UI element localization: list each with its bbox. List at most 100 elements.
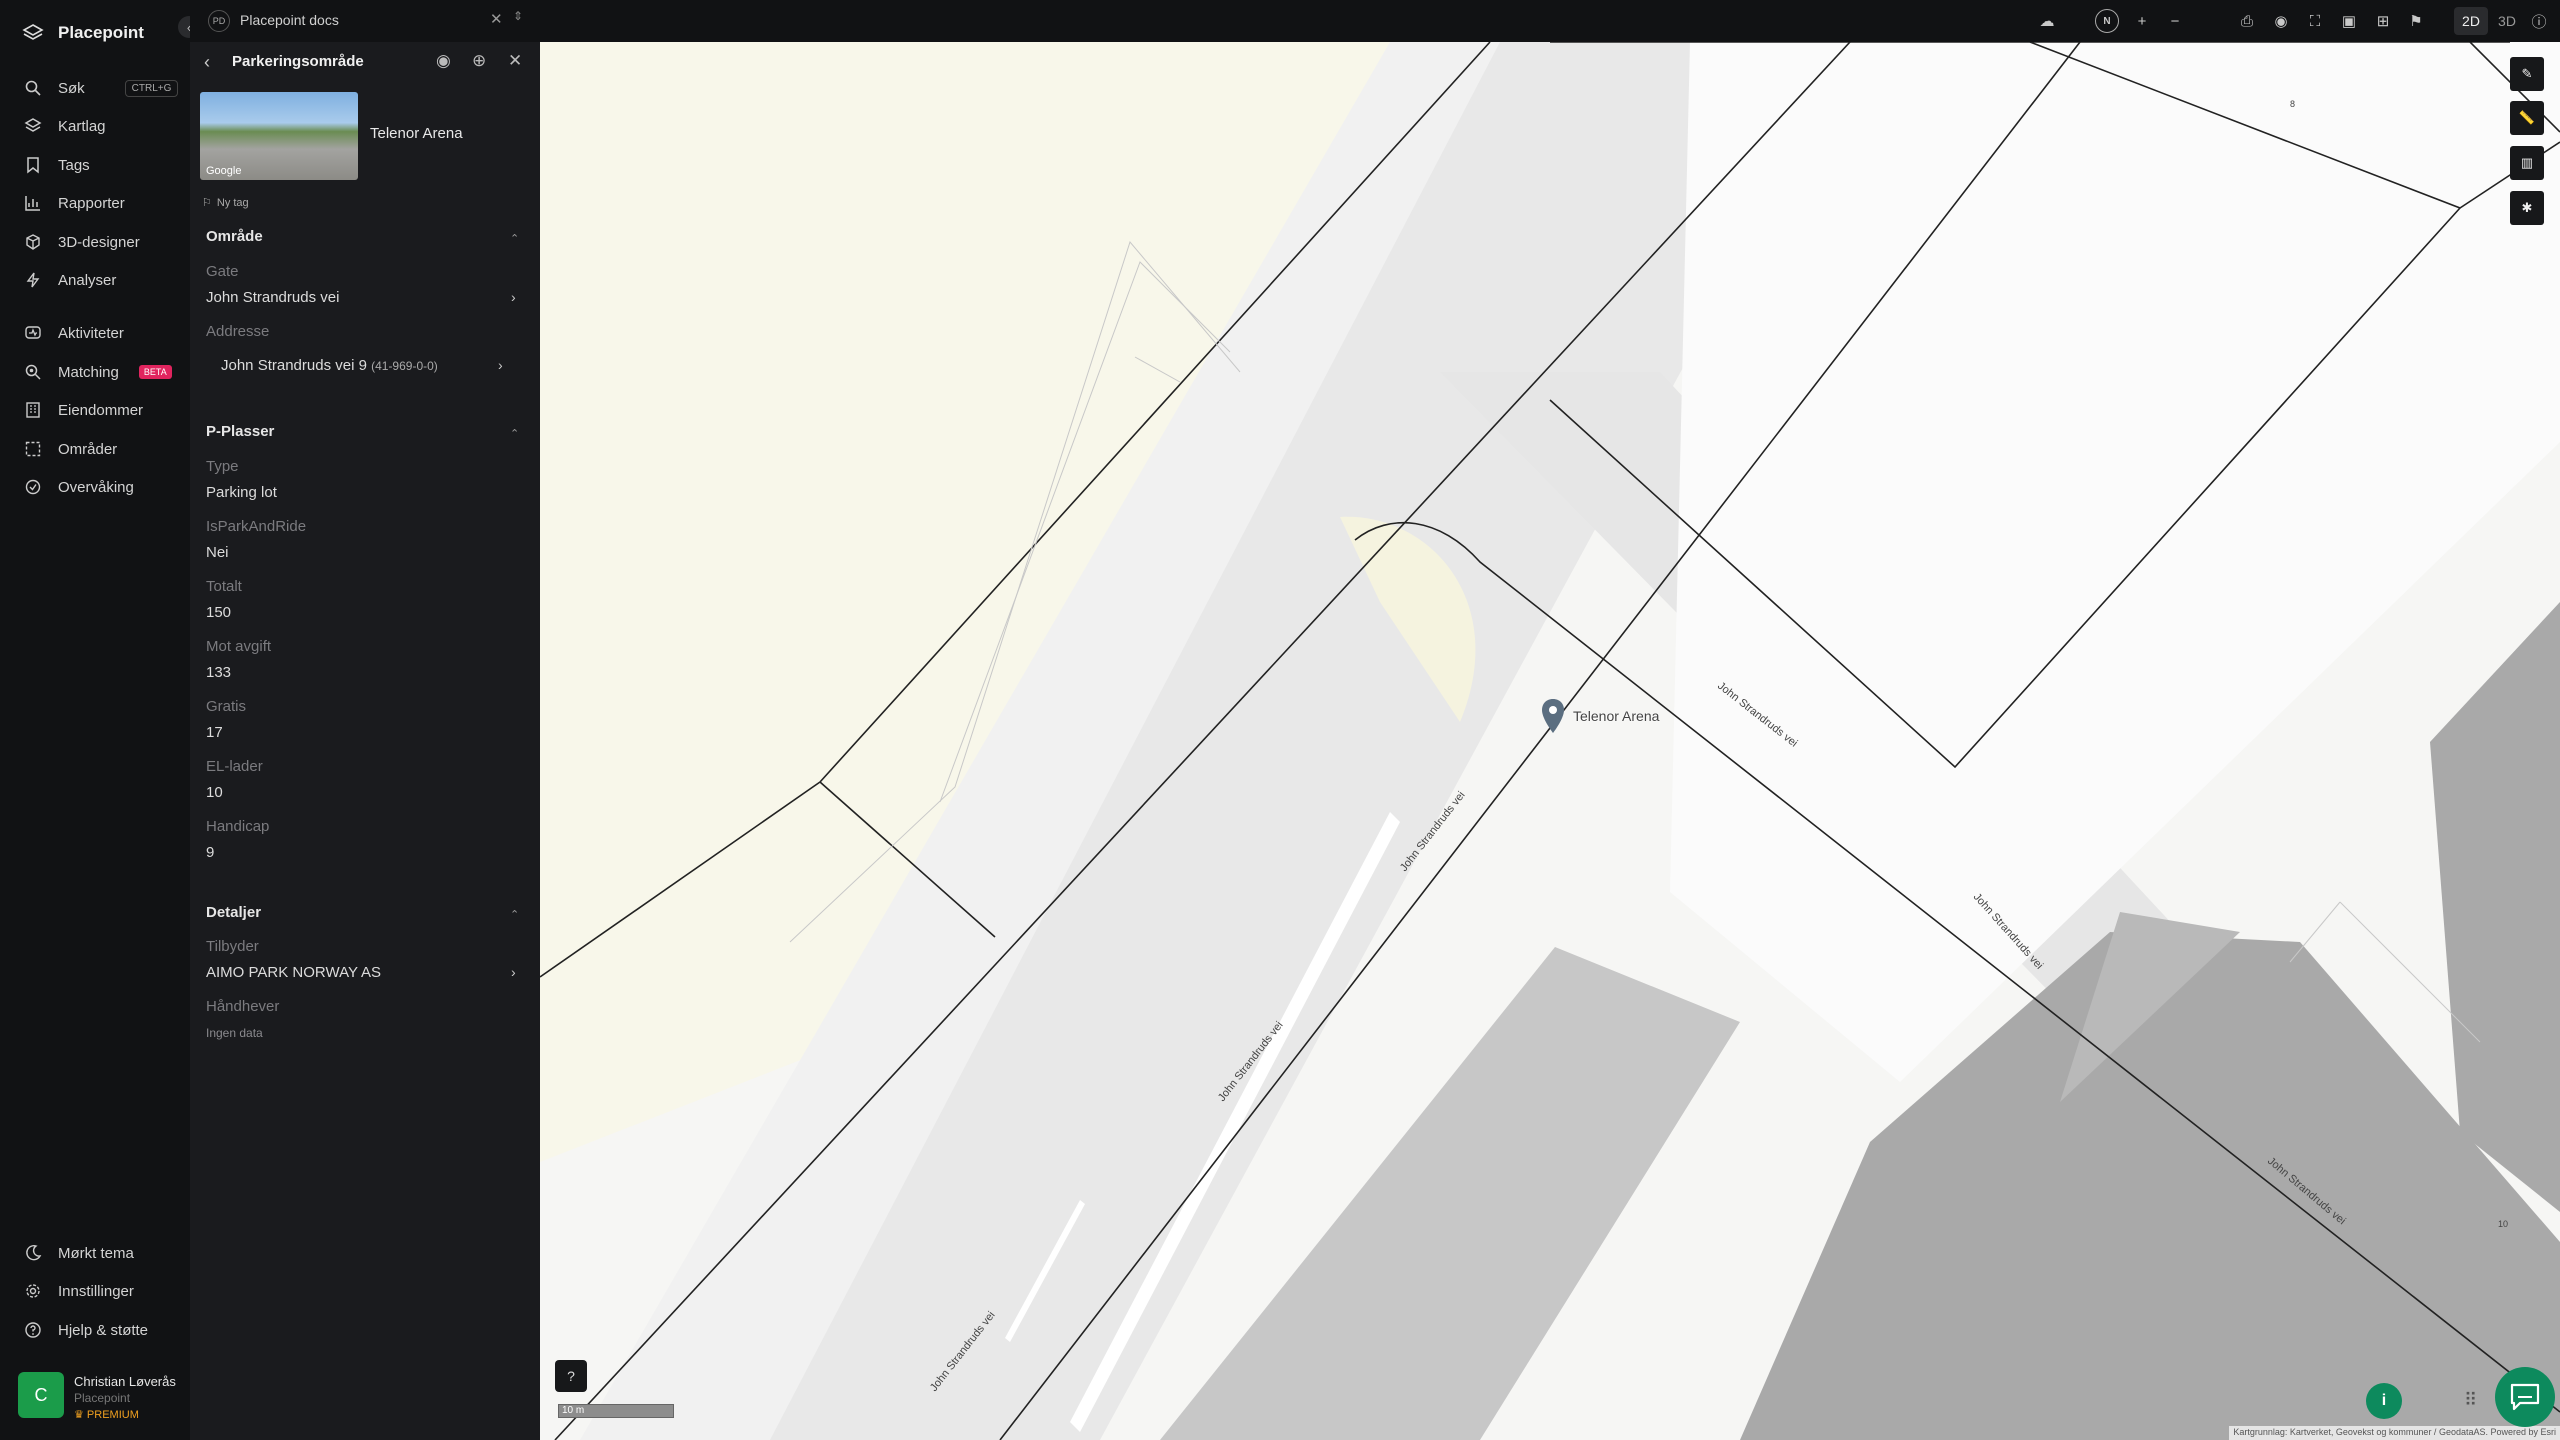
map-canvas[interactable]: John Strandruds vei John Strandruds vei …	[540, 42, 2560, 1440]
brand-name: Placepoint	[58, 23, 144, 42]
building-icon	[26, 402, 40, 418]
section-title-parking[interactable]: P-Plasser	[206, 423, 274, 440]
street-view-thumbnail[interactable]: Google	[200, 92, 358, 180]
nav-item-settings[interactable]: Innstillinger	[24, 1276, 134, 1306]
cloud-icon[interactable]: ☁	[2035, 9, 2059, 33]
measure-icon[interactable]: 📏	[2510, 101, 2544, 135]
chevron-right-icon[interactable]: ›	[511, 289, 516, 305]
compass-button[interactable]: N	[2095, 9, 2119, 33]
nav-item-reports[interactable]: Rapporter	[24, 188, 125, 218]
provider-value[interactable]: AIMO PARK NORWAY AS	[206, 964, 381, 981]
analysis-icon[interactable]: ✱	[2510, 191, 2544, 225]
bookmark-icon	[27, 157, 39, 174]
info-icon[interactable]: ⓘ	[2527, 9, 2551, 33]
user-organization: Placepoint	[74, 1391, 131, 1405]
user-name: Christian Løverås	[74, 1374, 176, 1389]
nav-item-properties[interactable]: Eiendommer	[24, 395, 143, 425]
beta-badge: BETA	[138, 365, 172, 379]
document-title[interactable]: Placepoint docs	[240, 12, 339, 28]
area-icon	[25, 441, 41, 457]
drag-handle-icon[interactable]: ⠿	[2464, 1390, 2477, 1411]
chevron-right-icon[interactable]: ›	[511, 964, 516, 980]
nav-item-map-layers[interactable]: Kartlag	[24, 111, 106, 141]
search-icon	[25, 80, 41, 96]
paid-value: 133	[206, 664, 232, 681]
nav-item-search[interactable]: Søk CTRL+G	[24, 73, 179, 103]
section-title-details[interactable]: Detaljer	[206, 904, 261, 921]
eye-icon[interactable]: ◉	[2269, 9, 2293, 33]
scale-bar: 10 m	[558, 1404, 674, 1418]
layers-icon	[24, 118, 42, 132]
chart-icon[interactable]: ▥	[2510, 146, 2544, 180]
zoom-out-icon[interactable]: −	[2163, 9, 2187, 33]
panel-header: ‹ Parkeringsområde ◉ ⊕ ✕	[190, 42, 540, 82]
fullscreen-icon[interactable]: ⛶	[2303, 9, 2327, 33]
close-icon[interactable]: ✕	[508, 51, 522, 71]
view-3d-button[interactable]: 3D	[2490, 7, 2524, 35]
nav-item-dark-theme[interactable]: Mørkt tema	[24, 1238, 134, 1268]
back-arrow-icon[interactable]: ‹	[204, 52, 210, 73]
chevron-up-icon[interactable]: ⌃	[510, 427, 519, 440]
nav-item-3d-designer[interactable]: 3D-designer	[24, 227, 140, 257]
brand[interactable]: Placepoint	[22, 22, 144, 44]
avatar: C	[18, 1372, 64, 1418]
map-pin-icon[interactable]	[1540, 697, 1566, 737]
info-button[interactable]: i	[2366, 1383, 2402, 1419]
park-and-ride-value: Nei	[206, 544, 229, 561]
address-value[interactable]: John Strandruds vei 9 (41-969-0-0)	[221, 357, 438, 374]
nav-item-activities[interactable]: Aktiviteter	[24, 318, 124, 348]
total-value: 150	[206, 604, 232, 621]
document-switcher-icon[interactable]: ⇕	[513, 9, 523, 23]
ev-charger-label: EL-lader	[206, 758, 263, 775]
camera-icon[interactable]: ▣	[2337, 9, 2361, 33]
nav-item-tags[interactable]: Tags	[24, 150, 90, 180]
view-2d-button[interactable]: 2D	[2454, 7, 2488, 35]
check-circle-icon	[25, 479, 41, 495]
gear-icon	[26, 1284, 40, 1298]
new-tag-label: Ny tag	[216, 196, 249, 209]
nav-item-monitoring[interactable]: Overvåking	[24, 472, 134, 502]
chat-icon	[2510, 1383, 2540, 1411]
nav-item-matching[interactable]: Matching BETA	[24, 357, 172, 387]
bookmark-icon[interactable]: ⚑	[2404, 9, 2428, 33]
map-help-icon[interactable]: ?	[555, 1360, 587, 1392]
zoom-in-icon[interactable]: +	[2130, 9, 2154, 33]
nav-item-areas[interactable]: Områder	[24, 434, 117, 464]
address-label: Addresse	[206, 323, 270, 340]
document-badge: PD	[208, 10, 230, 32]
chart-icon	[25, 196, 40, 211]
nav-label: Søk	[58, 79, 85, 97]
enforcer-label: Håndhever	[206, 998, 280, 1015]
grid-icon[interactable]: ⊞	[2371, 9, 2395, 33]
eye-icon[interactable]: ◉	[436, 51, 451, 71]
nav-item-help[interactable]: Hjelp & støtte	[24, 1315, 148, 1345]
bookmark-icon: ⚐	[202, 197, 212, 209]
chevron-up-icon[interactable]: ⌃	[510, 908, 519, 921]
provider-label: Tilbyder	[206, 938, 259, 955]
chevron-right-icon[interactable]: ›	[498, 357, 503, 373]
section-title-area[interactable]: Område	[206, 228, 263, 245]
plan-badge: ♛ PREMIUM	[74, 1409, 139, 1421]
chevron-up-icon[interactable]: ⌃	[510, 232, 519, 245]
park-and-ride-label: IsParkAndRide	[206, 518, 307, 535]
nav-label: Matching	[58, 363, 119, 381]
nav-label: Områder	[58, 440, 118, 458]
street-value[interactable]: John Strandruds vei	[206, 289, 339, 306]
nav-label: Mørkt tema	[58, 1244, 134, 1262]
nav-item-analyses[interactable]: Analyser	[24, 265, 116, 295]
add-icon[interactable]: ⊕	[472, 51, 486, 71]
chat-button[interactable]	[2495, 1367, 2555, 1427]
help-icon	[25, 1322, 41, 1338]
user-profile[interactable]: C Christian Løverås Placepoint ♛ PREMIUM	[18, 1372, 176, 1421]
print-icon[interactable]: ⎙	[2235, 9, 2259, 33]
shortcut-hint: CTRL+G	[124, 79, 179, 97]
new-tag-button[interactable]: ⚐ Ny tag	[202, 196, 249, 210]
address-text: John Strandruds vei 9	[221, 357, 367, 374]
map-edit-icon[interactable]: ✎	[2510, 57, 2544, 91]
handicap-value: 9	[206, 844, 215, 861]
close-document-icon[interactable]: ✕	[490, 10, 503, 28]
ev-charger-value: 10	[206, 784, 223, 801]
marker-label: Telenor Arena	[1573, 708, 1660, 724]
address-unit: (41-969-0-0)	[371, 359, 438, 373]
nav-label: Rapporter	[58, 194, 125, 212]
